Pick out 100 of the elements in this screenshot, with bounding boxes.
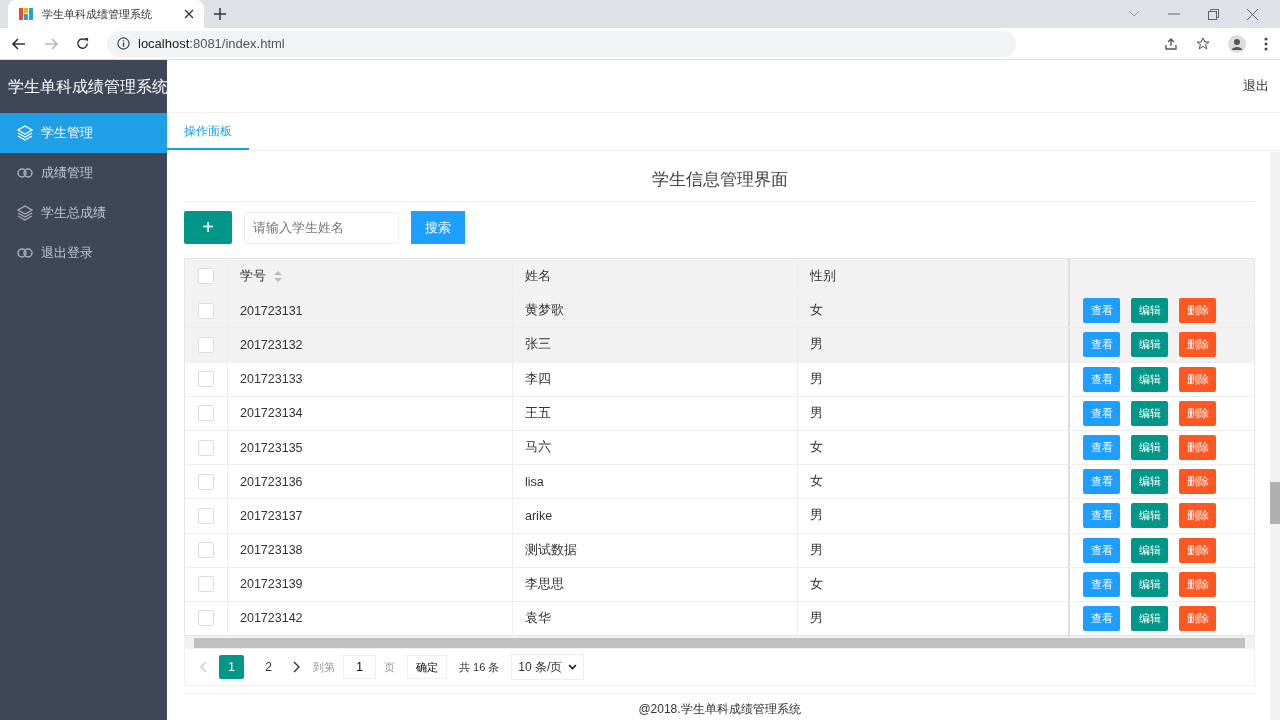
checkbox[interactable] — [198, 371, 214, 388]
view-button[interactable]: 查看 — [1083, 537, 1120, 563]
sidebar-item[interactable]: 学生总成绩 — [0, 193, 167, 233]
edit-button[interactable]: 编辑 — [1131, 435, 1168, 461]
table-cell: 女 — [810, 575, 823, 593]
checkbox[interactable] — [198, 268, 214, 285]
sidebar-item[interactable]: 成绩管理 — [0, 153, 167, 193]
forward-arrow-icon[interactable] — [44, 37, 58, 50]
table-cell: 201723133 — [240, 372, 303, 387]
restore-icon[interactable] — [1208, 8, 1219, 20]
delete-button[interactable]: 删除 — [1179, 469, 1216, 495]
edit-button[interactable]: 编辑 — [1131, 366, 1168, 392]
table-row[interactable]: 201723133 李四 男 查看 编辑 删除 — [185, 361, 1254, 396]
page-button[interactable]: 1 — [219, 655, 244, 680]
edit-button[interactable]: 编辑 — [1131, 537, 1168, 563]
sort-icon[interactable] — [274, 270, 282, 282]
table-cell: 袁华 — [525, 609, 551, 627]
star-icon[interactable] — [1196, 36, 1210, 51]
table-row[interactable]: 201723137 arike 男 查看 编辑 删除 — [185, 498, 1254, 533]
table-row[interactable]: 201723139 李思思 女 查看 编辑 删除 — [185, 566, 1254, 601]
plus-icon[interactable] — [214, 8, 226, 20]
checkbox[interactable] — [198, 610, 214, 627]
view-button[interactable]: 查看 — [1083, 332, 1120, 358]
page-size-select[interactable]: 10 条/页 — [511, 654, 585, 681]
view-button[interactable]: 查看 — [1083, 605, 1120, 631]
add-button[interactable]: + — [184, 211, 232, 244]
delete-button[interactable]: 删除 — [1179, 332, 1216, 358]
app-title: 学生单科成绩管理系统 — [7, 77, 167, 97]
edit-button[interactable]: 编辑 — [1131, 605, 1168, 631]
column-header: 性别 — [810, 267, 836, 285]
address-field[interactable]: localhost:8081/index.html — [138, 36, 285, 51]
table-row[interactable]: 201723136 lisa 女 查看 编辑 删除 — [185, 464, 1254, 499]
sidebar-item[interactable]: 退出登录 — [0, 233, 167, 273]
table-cell: 201723136 — [240, 474, 303, 489]
next-page-icon[interactable] — [293, 661, 301, 674]
confirm-button[interactable]: 确定 — [407, 655, 447, 680]
layers-icon — [17, 125, 33, 141]
edit-button[interactable]: 编辑 — [1131, 571, 1168, 597]
checkbox[interactable] — [198, 473, 214, 490]
delete-button[interactable]: 删除 — [1179, 537, 1216, 563]
table-row[interactable]: 201723131 黄梦歌 女 查看 编辑 删除 — [185, 293, 1254, 328]
checkbox[interactable] — [198, 507, 214, 524]
delete-button[interactable]: 删除 — [1179, 605, 1216, 631]
checkbox[interactable] — [198, 576, 214, 593]
tab-title: 学生单科成绩管理系统 — [42, 6, 153, 22]
vertical-scrollbar[interactable] — [1270, 152, 1280, 720]
back-arrow-icon[interactable] — [12, 37, 26, 50]
checkbox[interactable] — [198, 405, 214, 422]
share-icon[interactable] — [1164, 36, 1178, 51]
delete-button[interactable]: 删除 — [1179, 435, 1216, 461]
table-cell: 男 — [810, 507, 823, 525]
table-cell: 201723138 — [240, 543, 303, 558]
edit-button[interactable]: 编辑 — [1131, 400, 1168, 426]
sidebar-item[interactable]: 学生管理 — [0, 113, 167, 153]
page-button[interactable]: 2 — [256, 655, 281, 680]
table-cell: 男 — [810, 541, 823, 559]
minimize-icon[interactable] — [1168, 13, 1180, 15]
checkbox[interactable] — [198, 542, 214, 559]
table-row[interactable]: 201723138 测试数据 男 查看 编辑 删除 — [185, 532, 1254, 567]
browser-tab[interactable]: 学生单科成绩管理系统 — [8, 0, 204, 28]
more-menu-icon[interactable] — [1264, 36, 1268, 51]
delete-button[interactable]: 删除 — [1179, 366, 1216, 392]
table-cell: 男 — [810, 609, 823, 627]
view-button[interactable]: 查看 — [1083, 435, 1120, 461]
logout-link[interactable]: 退出 — [1243, 77, 1269, 95]
reload-icon[interactable] — [76, 37, 89, 50]
column-header: 学号 — [240, 267, 266, 285]
checkbox[interactable] — [198, 336, 214, 353]
table-cell: arike — [525, 508, 553, 523]
horizontal-scrollbar[interactable] — [184, 636, 1255, 650]
view-button[interactable]: 查看 — [1083, 400, 1120, 426]
edit-button[interactable]: 编辑 — [1131, 503, 1168, 529]
view-button[interactable]: 查看 — [1083, 298, 1120, 324]
edit-button[interactable]: 编辑 — [1131, 298, 1168, 324]
view-button[interactable]: 查看 — [1083, 503, 1120, 529]
search-button[interactable]: 搜索 — [411, 211, 465, 244]
delete-button[interactable]: 删除 — [1179, 571, 1216, 597]
delete-button[interactable]: 删除 — [1179, 400, 1216, 426]
delete-button[interactable]: 删除 — [1179, 503, 1216, 529]
page-input[interactable]: 1 — [343, 655, 376, 680]
delete-button[interactable]: 删除 — [1179, 298, 1216, 324]
checkbox[interactable] — [198, 439, 214, 456]
table-row[interactable]: 201723134 王五 男 查看 编辑 删除 — [185, 395, 1254, 430]
panel-tab[interactable]: 操作面板 — [167, 113, 249, 150]
profile-icon[interactable] — [1228, 34, 1246, 53]
view-button[interactable]: 查看 — [1083, 571, 1120, 597]
info-icon[interactable] — [117, 37, 130, 50]
prev-page-icon[interactable] — [199, 661, 207, 674]
edit-button[interactable]: 编辑 — [1131, 332, 1168, 358]
view-button[interactable]: 查看 — [1083, 469, 1120, 495]
search-field[interactable]: 请输入学生姓名 — [244, 211, 399, 244]
checkbox[interactable] — [198, 302, 214, 319]
goto-label: 到第 — [313, 659, 335, 675]
edit-button[interactable]: 编辑 — [1131, 469, 1168, 495]
table-row[interactable]: 201723135 马六 女 查看 编辑 删除 — [185, 429, 1254, 465]
table-cell: 李思思 — [525, 575, 564, 593]
chevron-down-icon[interactable] — [1128, 10, 1140, 18]
close-icon[interactable] — [184, 9, 194, 19]
view-button[interactable]: 查看 — [1083, 366, 1120, 392]
table-row[interactable]: 201723132 张三 男 查看 编辑 删除 — [185, 327, 1254, 362]
